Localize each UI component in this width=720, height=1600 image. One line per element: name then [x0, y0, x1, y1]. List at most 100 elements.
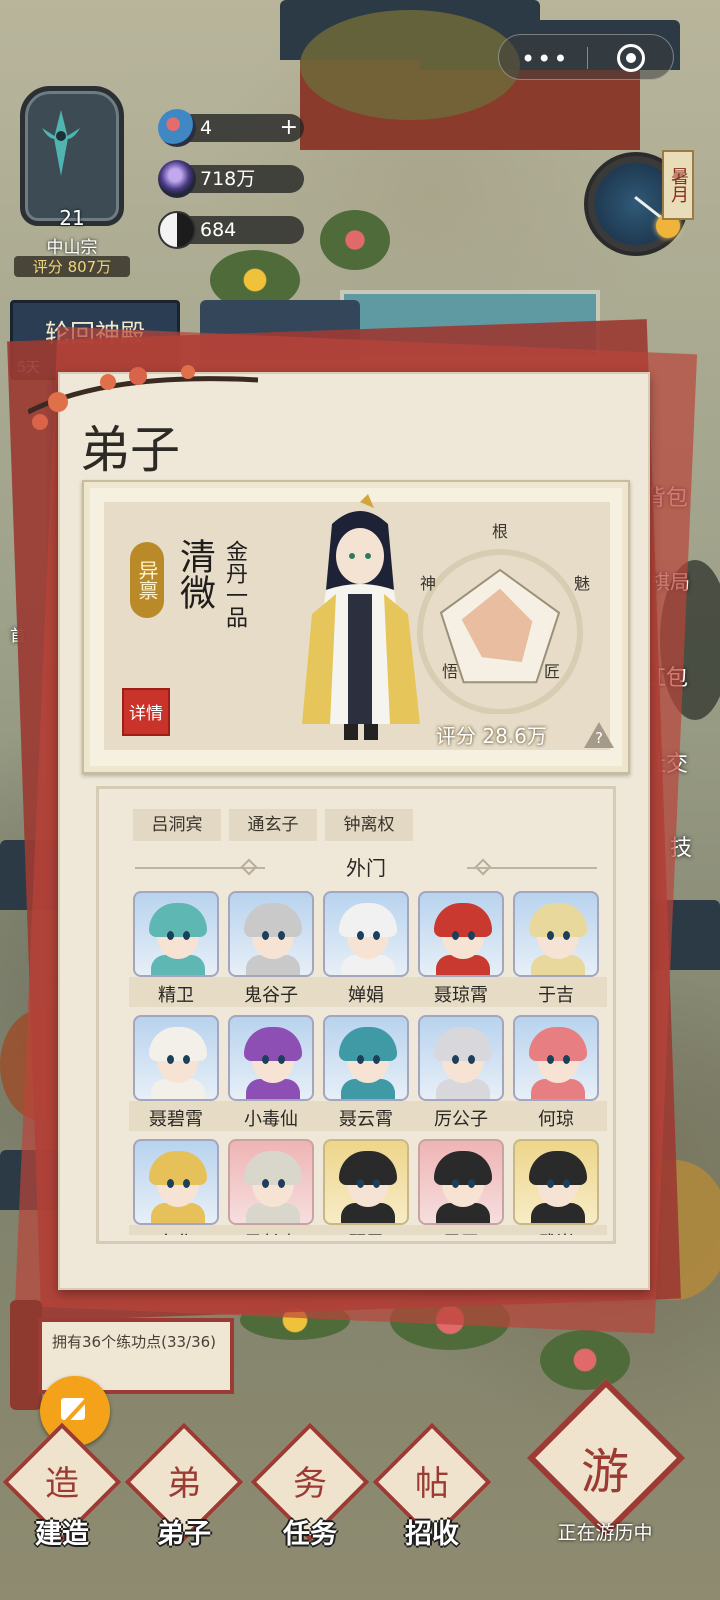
avatar-eye — [373, 1055, 380, 1064]
nav-disciples-button[interactable]: 弟 弟子 — [124, 1422, 244, 1552]
avatar-hair — [529, 1151, 587, 1185]
avatar-hair — [434, 1151, 492, 1185]
ornament-diamond-icon — [240, 858, 258, 876]
disciple-avatar — [133, 1139, 219, 1225]
radar-label-insight: 悟 — [442, 662, 459, 681]
disciple-card[interactable]: 于吉 — [513, 891, 599, 1007]
help-icon[interactable]: ? — [584, 722, 614, 748]
disciple-avatar — [513, 1139, 599, 1225]
disciple-row: 东华 风长青 顾雷 尹平 武崇 — [129, 1139, 607, 1235]
nav-build-button[interactable]: 造 建造 — [2, 1422, 122, 1552]
nav-recruit-label: 招收 — [405, 1519, 459, 1550]
disciple-card-name: 于吉 — [538, 985, 574, 1006]
avatar-hair — [529, 1027, 587, 1061]
avatar-hair — [339, 1027, 397, 1061]
close-mini-program-button[interactable] — [617, 44, 645, 72]
disciple-card-name: 聂云霄 — [339, 1109, 393, 1130]
more-options-button[interactable]: ••• — [521, 45, 569, 73]
disciple-card[interactable]: 厉公子 — [418, 1015, 504, 1131]
avatar-hair — [339, 1151, 397, 1185]
master-tabs: 吕洞宾 通玄子 钟离权 — [133, 809, 413, 841]
disciple-card[interactable]: 顾雷 — [323, 1139, 409, 1235]
disciple-card[interactable]: 武崇 — [513, 1139, 599, 1235]
spirit-swirl-icon — [158, 109, 196, 147]
roster-scroll-area[interactable]: 吕洞宾 通玄子 钟离权 外门 精卫 鬼谷子 婵娟 聂琼霄 于吉聂碧霄 小毒仙 聂云霄 厉公子 何… — [105, 795, 607, 1235]
disciple-card[interactable]: 东华 — [133, 1139, 219, 1235]
disciple-card[interactable]: 尹平 — [418, 1139, 504, 1235]
radar-label-craft: 匠 — [544, 662, 561, 681]
disciple-avatar — [228, 1139, 314, 1225]
disciple-grid: 精卫 鬼谷子 婵娟 聂琼霄 于吉聂碧霄 小毒仙 聂云霄 厉公子 何琼东华 风长青 顾雷 尹平 武崇 — [129, 891, 607, 1235]
avatar-eye — [278, 931, 285, 940]
disciple-card[interactable]: 精卫 — [133, 891, 219, 1007]
avatar-hair — [434, 1027, 492, 1061]
disciple-avatar — [228, 891, 314, 977]
disciple-card[interactable]: 风长青 — [228, 1139, 314, 1235]
disciple-card-name: 何琼 — [538, 1109, 574, 1130]
disciple-card[interactable]: 小毒仙 — [228, 1015, 314, 1131]
disciple-avatar — [323, 1015, 409, 1101]
avatar-eye — [563, 1055, 570, 1064]
add-stamina-button[interactable]: + — [280, 114, 298, 142]
taiji-counter: 684 — [158, 211, 304, 249]
avatar-eye — [547, 931, 554, 940]
disciple-card-name: 东华 — [133, 1229, 219, 1235]
disciple-card-name: 顾雷 — [323, 1229, 409, 1235]
section-header: 外门 — [135, 851, 597, 885]
avatar-hair — [434, 903, 492, 937]
nav-build-label: 建造 — [35, 1519, 89, 1550]
details-button[interactable]: 详情 — [122, 688, 170, 736]
radar-label-charm: 魅 — [574, 574, 591, 593]
avatar-hair — [244, 903, 302, 937]
avatar-eye — [373, 931, 380, 940]
sect-emblem[interactable]: 21 中山宗 评分 807万 — [8, 78, 136, 288]
recruit-icon: 帖 — [415, 1464, 449, 1504]
avatar-eye — [563, 931, 570, 940]
disciple-card[interactable]: 聂碧霄 — [133, 1015, 219, 1131]
crystal-icon — [158, 160, 196, 198]
disciple-card-name: 婵娟 — [348, 985, 384, 1006]
ornament-diamond-icon — [474, 858, 492, 876]
quality-badge: 异禀 — [130, 542, 164, 618]
disciple-card[interactable]: 聂云霄 — [323, 1015, 409, 1131]
disciple-roster: 吕洞宾 通玄子 钟离权 外门 精卫 鬼谷子 婵娟 聂琼霄 于吉聂碧霄 小毒仙 聂云霄 厉公子 何… — [96, 786, 616, 1244]
attribute-radar-chart — [417, 549, 583, 714]
avatar-eye — [183, 1055, 190, 1064]
avatar-eye — [563, 1179, 570, 1188]
mini-program-capsule: ••• — [498, 34, 674, 80]
tab-master-2[interactable]: 通玄子 — [229, 809, 317, 841]
plum-branch-decoration — [28, 365, 258, 430]
disciple-card-name: 聂琼霄 — [434, 985, 488, 1006]
disciple-avatar — [133, 891, 219, 977]
avatar-hair — [339, 903, 397, 937]
disciple-card-name: 风长青 — [228, 1229, 314, 1235]
tab-master-1[interactable]: 吕洞宾 — [133, 809, 221, 841]
featured-disciple-card[interactable]: 异禀 清微 金丹一品 详情 根 魅 匠 悟 神 评分 28.6万 ? — [82, 480, 630, 774]
disciple-avatar — [418, 891, 504, 977]
disciple-card-name: 聂碧霄 — [149, 1109, 203, 1130]
disciple-avatar — [228, 1015, 314, 1101]
spirit-stone-value: 718万 — [200, 168, 256, 190]
avatar-eye — [468, 1055, 475, 1064]
avatar-eye — [547, 1179, 554, 1188]
nav-recruit-button[interactable]: 帖 招收 — [372, 1422, 492, 1552]
disciple-rank: 金丹一品 — [222, 540, 247, 628]
disciple-avatar — [513, 891, 599, 977]
disciple-card-name: 鬼谷子 — [244, 985, 298, 1006]
tasks-icon: 务 — [293, 1464, 327, 1504]
nav-tasks-button[interactable]: 务 任务 — [250, 1422, 370, 1552]
disciple-row: 聂碧霄 小毒仙 聂云霄 厉公子 何琼 — [129, 1015, 607, 1139]
avatar-eye — [452, 1179, 459, 1188]
disciple-card[interactable]: 婵娟 — [323, 891, 409, 1007]
avatar-eye — [357, 1055, 364, 1064]
disciple-card[interactable]: 鬼谷子 — [228, 891, 314, 1007]
tab-master-3[interactable]: 钟离权 — [325, 809, 413, 841]
avatar-eye — [262, 931, 269, 940]
avatar-eye — [262, 1179, 269, 1188]
disciple-card[interactable]: 聂琼霄 — [418, 891, 504, 1007]
avatar-eye — [183, 931, 190, 940]
avatar-eye — [547, 1055, 554, 1064]
disciple-card[interactable]: 何琼 — [513, 1015, 599, 1131]
section-title: 外门 — [346, 856, 386, 880]
travel-status-button[interactable]: 游 正在游历中 — [520, 1378, 690, 1570]
